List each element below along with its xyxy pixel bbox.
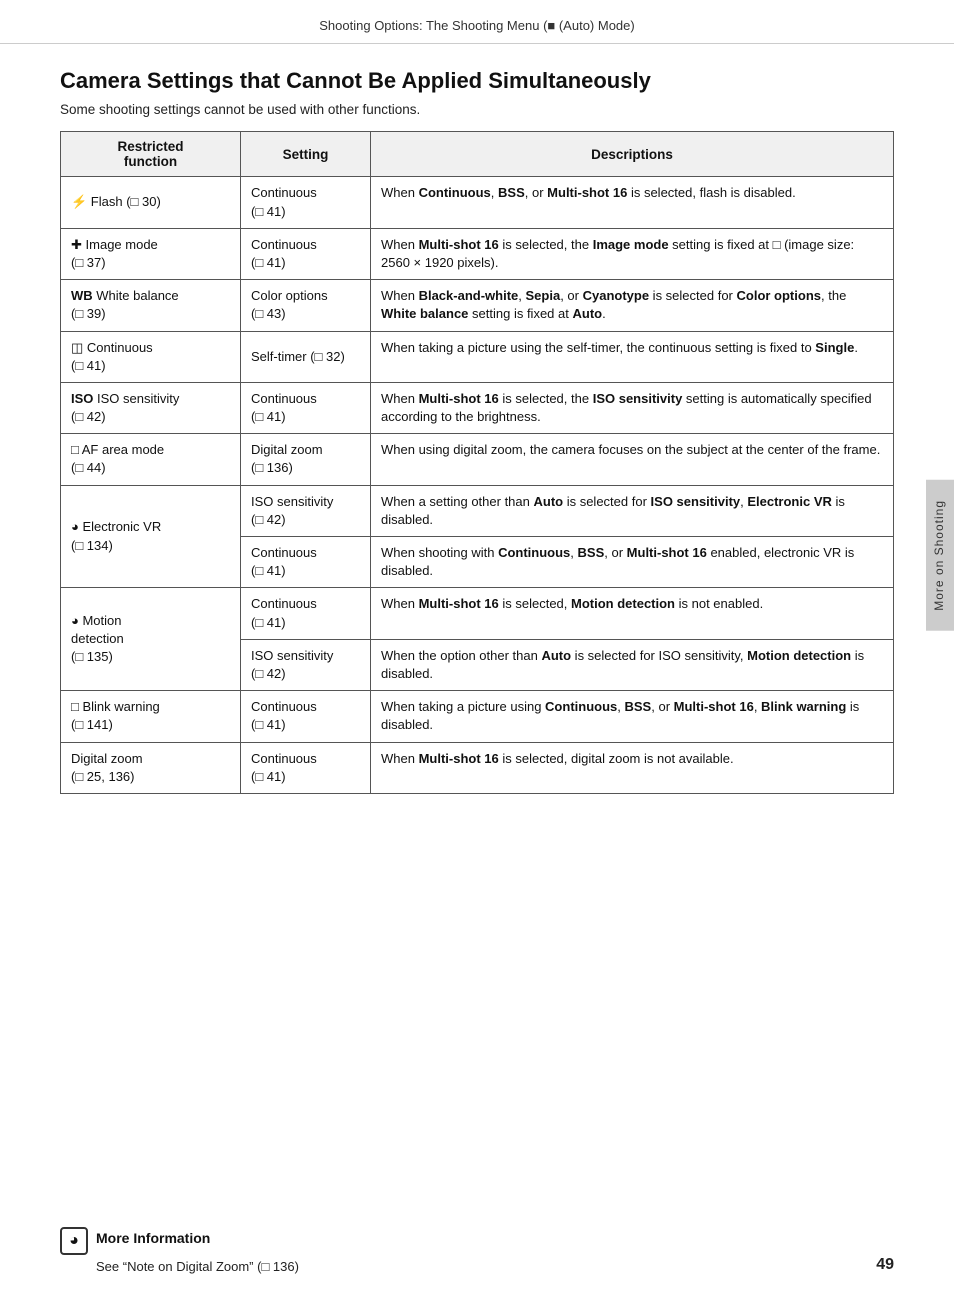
more-info-section: ◕ More Information [60,1227,894,1255]
setting-evr-iso: ISO sensitivity(□ 42) [241,485,371,536]
desc-af-area: When using digital zoom, the camera focu… [371,434,894,485]
desc-continuous: When taking a picture using the self-tim… [371,331,894,382]
desc-evr-continuous: When shooting with Continuous, BSS, or M… [371,537,894,588]
restricted-white-balance: WB White balance(□ 39) [61,280,241,331]
setting-af-digital-zoom: Digital zoom(□ 136) [241,434,371,485]
table-row: □ Blink warning(□ 141) Continuous(□ 41) … [61,691,894,742]
table-row: ⚡ Flash (□ 30) Continuous(□ 41) When Con… [61,177,894,228]
image-mode-icon: ✚ [71,237,82,252]
col-header-setting: Setting [241,132,371,177]
col-header-desc: Descriptions [371,132,894,177]
restricted-iso: ISO ISO sensitivity(□ 42) [61,382,241,433]
restricted-motion: ◕ Motiondetection(□ 135) [61,588,241,691]
setting-continuous-selftimer: Self-timer (□ 32) [241,331,371,382]
blink-icon: □ [71,699,79,714]
setting-motion-continuous: Continuous(□ 41) [241,588,371,639]
setting-motion-iso: ISO sensitivity(□ 42) [241,639,371,690]
side-tab: More on Shooting [926,480,954,631]
side-tab-label: More on Shooting [932,500,946,611]
restricted-blink: □ Blink warning(□ 141) [61,691,241,742]
page-title: Camera Settings that Cannot Be Applied S… [60,68,894,94]
desc-motion-iso: When the option other than Auto is selec… [371,639,894,690]
more-info-icon: ◕ [60,1227,88,1255]
table-row: ✚ Image mode(□ 37) Continuous(□ 41) When… [61,228,894,279]
col-header-restricted: Restrictedfunction [61,132,241,177]
page-number: 49 [876,1256,894,1274]
more-info-text: See “Note on Digital Zoom” (□ 136) [96,1259,894,1274]
table-row: □ AF area mode(□ 44) Digital zoom(□ 136)… [61,434,894,485]
table-row: WB White balance(□ 39) Color options(□ 4… [61,280,894,331]
setting-evr-continuous: Continuous(□ 41) [241,537,371,588]
restricted-continuous: ◫ Continuous(□ 41) [61,331,241,382]
iso-icon: ISO [71,391,93,406]
flash-icon: ⚡ [71,194,87,209]
restricted-digital-zoom: Digital zoom(□ 25, 136) [61,742,241,793]
table-row: ◕ Motiondetection(□ 135) Continuous(□ 41… [61,588,894,639]
table-row: Digital zoom(□ 25, 136) Continuous(□ 41)… [61,742,894,793]
table-row: ISO ISO sensitivity(□ 42) Continuous(□ 4… [61,382,894,433]
desc-digital-zoom: When Multi-shot 16 is selected, digital … [371,742,894,793]
af-icon: □ [71,442,79,457]
subtitle: Some shooting settings cannot be used wi… [60,102,894,117]
setting-digital-zoom-continuous: Continuous(□ 41) [241,742,371,793]
wb-icon: WB [71,288,93,303]
setting-flash-continuous: Continuous(□ 41) [241,177,371,228]
page-header: Shooting Options: The Shooting Menu (■ (… [0,0,954,44]
desc-motion-continuous: When Multi-shot 16 is selected, Motion d… [371,588,894,639]
restricted-evr: ◕ Electronic VR(□ 134) [61,485,241,588]
desc-flash: When Continuous, BSS, or Multi-shot 16 i… [371,177,894,228]
desc-iso: When Multi-shot 16 is selected, the ISO … [371,382,894,433]
evr-icon: ◕ [71,519,79,534]
restricted-flash: ⚡ Flash (□ 30) [61,177,241,228]
main-content: Camera Settings that Cannot Be Applied S… [0,44,954,834]
page-footer: ◕ More Information See “Note on Digital … [60,1227,894,1274]
setting-iso-continuous: Continuous(□ 41) [241,382,371,433]
settings-table: Restrictedfunction Setting Descriptions … [60,131,894,794]
setting-blink-continuous: Continuous(□ 41) [241,691,371,742]
motion-icon: ◕ [71,613,79,628]
desc-image-mode: When Multi-shot 16 is selected, the Imag… [371,228,894,279]
header-text: Shooting Options: The Shooting Menu (■ (… [319,18,634,33]
restricted-image-mode: ✚ Image mode(□ 37) [61,228,241,279]
more-info-title: More Information [96,1227,210,1246]
table-row: ◫ Continuous(□ 41) Self-timer (□ 32) Whe… [61,331,894,382]
setting-image-mode-continuous: Continuous(□ 41) [241,228,371,279]
restricted-af-area: □ AF area mode(□ 44) [61,434,241,485]
setting-white-balance-color: Color options(□ 43) [241,280,371,331]
continuous-icon: ◫ [71,340,83,355]
desc-evr-iso: When a setting other than Auto is select… [371,485,894,536]
desc-blink: When taking a picture using Continuous, … [371,691,894,742]
desc-white-balance: When Black-and-white, Sepia, or Cyanotyp… [371,280,894,331]
table-row: ◕ Electronic VR(□ 134) ISO sensitivity(□… [61,485,894,536]
